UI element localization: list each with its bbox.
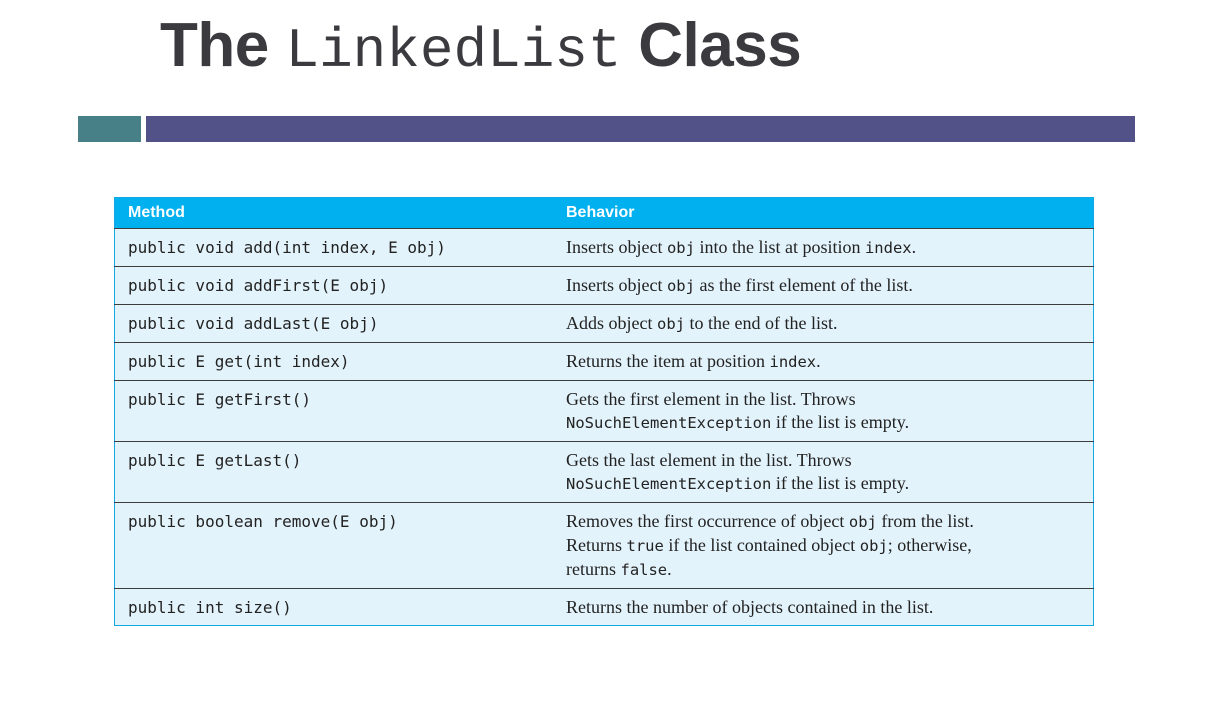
table-row: public E getFirst() Gets the first elemen… [114, 380, 1094, 442]
decorative-bar-left [78, 116, 141, 142]
inline-code: obj [848, 513, 877, 531]
inline-code: false [620, 561, 668, 579]
behavior-text: Returns the item at position [566, 351, 770, 371]
title-prefix: The [160, 11, 269, 80]
method-behavior: Returns the item at position index. [553, 342, 1094, 381]
behavior-text: into the list at position [694, 237, 865, 257]
method-behavior: Returns the number of objects contained … [553, 588, 1094, 626]
behavior-text: . [911, 237, 917, 257]
inline-code: NoSuchElementException [566, 414, 772, 432]
method-behavior: Removes the first occurrence of object o… [553, 502, 1094, 589]
table-row: public void addLast(E obj) Adds object ob… [114, 304, 1094, 343]
method-signature: public void add(int index, E obj) [114, 228, 553, 267]
behavior-text: Inserts object [566, 237, 667, 257]
method-signature: public int size() [114, 588, 553, 626]
method-signature: public boolean remove(E obj) [114, 502, 553, 589]
table-row: public E getLast() Gets the last element … [114, 441, 1094, 503]
behavior-text: . [667, 559, 672, 579]
method-behavior: Inserts object obj as the first element … [553, 266, 1094, 305]
behavior-text: ; otherwise, [887, 535, 972, 555]
inline-code: index [864, 239, 912, 257]
behavior-text: Gets the first element in the list. Thro… [566, 389, 856, 409]
method-behavior: Inserts object obj into the list at posi… [553, 228, 1094, 267]
inline-code: true [626, 537, 664, 555]
method-signature: public void addFirst(E obj) [114, 266, 553, 305]
behavior-text: as the first element of the list. [694, 275, 913, 295]
table-row: public int size() Returns the number of o… [114, 588, 1094, 626]
methods-table: Method Behavior public void add(int inde… [114, 197, 1094, 626]
inline-code: index [769, 353, 817, 371]
decorative-bar-right [146, 116, 1135, 142]
behavior-text: Returns [566, 535, 627, 555]
behavior-text: if the list is empty. [771, 412, 910, 432]
behavior-text: from the list. [876, 511, 974, 531]
title-suffix: Class [638, 11, 802, 80]
inline-code: obj [666, 277, 695, 295]
behavior-text: . [816, 351, 821, 371]
inline-code: obj [666, 239, 695, 257]
behavior-text: Adds object [566, 313, 657, 333]
table-row: public void add(int index, E obj) Inserts… [114, 228, 1094, 267]
method-behavior: Adds object obj to the end of the list. [553, 304, 1094, 343]
method-signature: public E get(int index) [114, 342, 553, 381]
method-behavior: Gets the last element in the list. Throw… [553, 441, 1094, 503]
table-row: public boolean remove(E obj) Removes the … [114, 502, 1094, 589]
table-row: public E get(int index) Returns the item … [114, 342, 1094, 381]
behavior-text: if the list is empty. [771, 473, 910, 493]
behavior-text: Gets the last element in the list. Throw… [566, 450, 852, 470]
table-row: public void addFirst(E obj) Inserts objec… [114, 266, 1094, 305]
inline-code: obj [656, 315, 685, 333]
table-header-row: Method Behavior [114, 197, 1094, 229]
method-behavior: Gets the first element in the list. Thro… [553, 380, 1094, 442]
behavior-text: Returns the number of objects contained … [566, 597, 934, 617]
behavior-column-header: Behavior [553, 197, 1094, 229]
method-signature: public void addLast(E obj) [114, 304, 553, 343]
method-signature: public E getFirst() [114, 380, 553, 442]
behavior-text: to the end of the list. [684, 313, 838, 333]
table-body: public void add(int index, E obj) Inserts… [114, 228, 1094, 626]
page-title: The LinkedList Class [160, 10, 802, 83]
behavior-text: returns [566, 559, 621, 579]
behavior-text: if the list contained object [663, 535, 860, 555]
method-column-header: Method [114, 197, 553, 229]
title-code: LinkedList [285, 19, 622, 83]
behavior-text: Removes the first occurrence of object [566, 511, 849, 531]
method-signature: public E getLast() [114, 441, 553, 503]
behavior-text: Inserts object [566, 275, 667, 295]
inline-code: obj [859, 537, 888, 555]
inline-code: NoSuchElementException [566, 475, 772, 493]
